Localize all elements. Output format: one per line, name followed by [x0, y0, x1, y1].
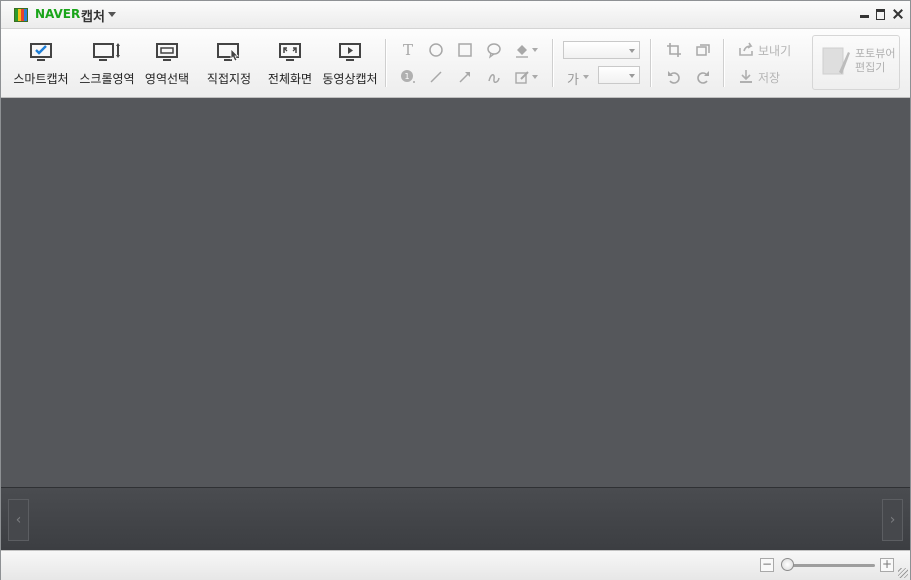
- scroll-capture-label: 스크롤영역: [79, 72, 135, 86]
- crop-icon[interactable]: [665, 41, 683, 59]
- thumbnail-strip[interactable]: ‹ ›: [1, 487, 910, 550]
- zoom-out-button[interactable]: −: [760, 558, 774, 572]
- svg-text:1: 1: [404, 72, 409, 81]
- title-menu-caret-icon[interactable]: [108, 12, 116, 17]
- toolbar-separator: [552, 39, 554, 87]
- fullscreen-capture-label: 전체화면: [267, 72, 313, 86]
- share-icon[interactable]: [737, 40, 755, 58]
- zoom-slider-track[interactable]: [783, 564, 875, 567]
- monitor-play-icon: [339, 43, 361, 61]
- title-bar[interactable]: NAVER 캡처: [1, 1, 910, 29]
- resize-grip[interactable]: [898, 568, 908, 578]
- monitor-pointer-icon: [217, 43, 239, 62]
- photo-editor-label-line1: 포토뷰어: [855, 47, 896, 60]
- undo-icon[interactable]: [665, 68, 683, 86]
- toolbar-separator: [650, 39, 652, 87]
- font-dropdown-caret-icon[interactable]: [583, 75, 589, 79]
- strip-prev-button[interactable]: ‹: [8, 499, 29, 541]
- arrow-tool-icon[interactable]: [456, 68, 474, 86]
- photo-editor-button[interactable]: 포토뷰어 편집기: [812, 35, 900, 90]
- region-capture-label: 영역선택: [144, 72, 190, 86]
- video-capture-button[interactable]: 동영상캡처: [319, 29, 381, 97]
- monitor-scroll-icon: [93, 43, 120, 61]
- video-capture-label: 동영상캡처: [322, 72, 378, 86]
- ellipse-tool-icon[interactable]: [427, 41, 445, 59]
- close-button[interactable]: [892, 7, 904, 21]
- monitor-region-icon: [156, 43, 178, 61]
- manual-capture-button[interactable]: 직접지정: [199, 29, 259, 97]
- photo-editor-label-line2: 편집기: [855, 61, 886, 74]
- speech-bubble-icon[interactable]: [485, 41, 503, 59]
- save-button[interactable]: 저장: [758, 69, 780, 86]
- resize-icon[interactable]: [694, 41, 712, 59]
- smart-capture-button[interactable]: 스마트캡처: [9, 29, 73, 97]
- font-size-select[interactable]: [598, 66, 640, 84]
- capture-canvas[interactable]: [1, 98, 910, 487]
- manual-capture-label: 직접지정: [206, 72, 252, 86]
- photo-editor-label: 포토뷰어 편집기: [855, 47, 899, 75]
- toolbar-separator: [385, 39, 387, 87]
- brand-text: NAVER: [35, 7, 81, 21]
- text-tool-icon[interactable]: T: [399, 41, 417, 59]
- toolbar-separator: [723, 39, 725, 87]
- strip-next-button[interactable]: ›: [882, 499, 903, 541]
- minimize-button[interactable]: [859, 7, 871, 21]
- pen-edit-icon[interactable]: [513, 68, 531, 86]
- monitor-fullscreen-icon: [279, 43, 301, 61]
- freehand-icon[interactable]: [485, 68, 503, 86]
- naver-logo-icon: [14, 8, 28, 22]
- line-tool-icon[interactable]: [427, 68, 445, 86]
- font-glyph-icon[interactable]: 가: [567, 69, 579, 88]
- toolbar: 스마트캡처 스크롤영역 영역선택 직접지정 전체화면 동영상캡처 T 1 가 보…: [1, 29, 910, 98]
- maximize-button[interactable]: [875, 7, 887, 21]
- rectangle-tool-icon[interactable]: [456, 41, 474, 59]
- photo-editor-icon: [822, 47, 850, 75]
- number-stamp-icon[interactable]: 1: [399, 68, 417, 86]
- send-button[interactable]: 보내기: [758, 42, 791, 59]
- pen-dropdown-caret-icon[interactable]: [532, 75, 538, 79]
- app-title[interactable]: 캡처: [81, 6, 105, 25]
- app-window: NAVER 캡처 스마트캡처 스크롤영역 영역선택 직접지정 전체화면 동영상캡…: [0, 0, 911, 580]
- smart-capture-label: 스마트캡처: [13, 72, 69, 86]
- scroll-capture-button[interactable]: 스크롤영역: [75, 29, 139, 97]
- fill-dropdown-caret-icon[interactable]: [532, 48, 538, 52]
- fullscreen-capture-button[interactable]: 전체화면: [259, 29, 321, 97]
- zoom-slider-handle[interactable]: [780, 558, 794, 571]
- download-icon[interactable]: [737, 67, 755, 85]
- monitor-check-icon: [30, 43, 52, 61]
- line-style-select[interactable]: [563, 41, 640, 59]
- redo-icon[interactable]: [694, 68, 712, 86]
- region-capture-button[interactable]: 영역선택: [137, 29, 197, 97]
- fill-bucket-icon[interactable]: [513, 41, 531, 59]
- zoom-in-button[interactable]: +: [880, 558, 894, 572]
- status-bar: − +: [1, 550, 910, 580]
